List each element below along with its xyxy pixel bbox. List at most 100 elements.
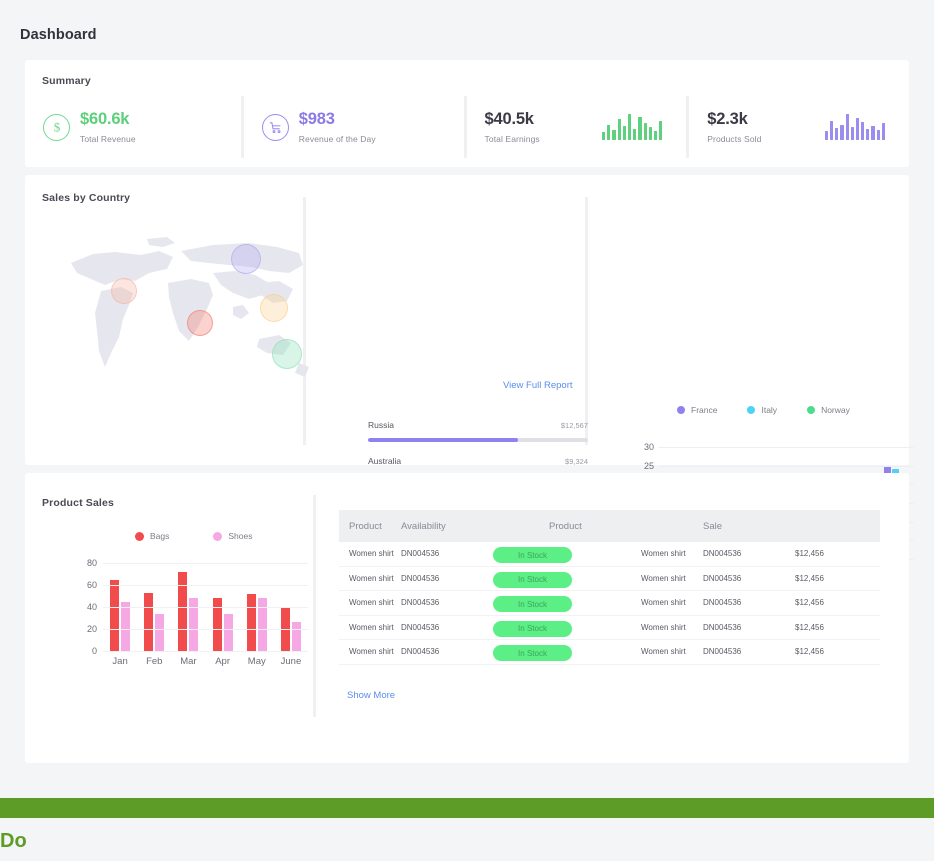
legend-label: Bags — [150, 531, 169, 541]
x-axis-tick-label: Mar — [171, 656, 205, 667]
sparkline-bar — [846, 114, 849, 140]
x-axis-tick-label: Apr — [206, 656, 240, 667]
sparkline-bar — [644, 123, 647, 140]
asia-dot[interactable] — [260, 294, 288, 322]
status-badge: In Stock — [493, 645, 572, 661]
sales-by-country-card: Sales by Country View Fu — [25, 175, 909, 465]
legend-dot — [747, 406, 755, 414]
y-axis-tick-label: 30 — [644, 442, 654, 452]
summary-item-value: $40.5k — [485, 110, 540, 130]
column-divider-3 — [313, 495, 316, 717]
summary-title: Summary — [42, 75, 91, 87]
cell-sale: $12,456 — [795, 549, 880, 558]
summary-item-label: Revenue of the Day — [299, 134, 376, 144]
bar[interactable] — [110, 580, 119, 652]
bar[interactable] — [292, 622, 301, 651]
products-table: Product Availability Product Sale Women … — [339, 510, 880, 665]
sparkline-bar — [830, 121, 833, 141]
summary-item: $983Revenue of the Day — [244, 96, 464, 158]
y-axis-tick-label: 80 — [87, 558, 97, 568]
sparkline-bar — [882, 123, 885, 140]
table-row[interactable]: Women shirtDN004536In StockWomen shirtDN… — [339, 591, 880, 616]
summary-item-value: $60.6k — [80, 110, 136, 130]
bar[interactable] — [178, 572, 187, 651]
gridline — [103, 563, 308, 564]
table-header-row: Product Availability Product Sale — [339, 510, 880, 542]
cell-product-code-2: DN004536 — [703, 598, 795, 607]
oceania-dot[interactable] — [272, 339, 302, 369]
sparkline-bar — [840, 125, 843, 140]
show-more-link[interactable]: Show More — [347, 690, 395, 701]
cell-product-code-2: DN004536 — [703, 623, 795, 632]
sparkline-bar — [825, 131, 828, 140]
russia-dot[interactable] — [231, 244, 261, 274]
cell-availability: In Stock — [493, 594, 641, 613]
north-america-dot[interactable] — [111, 278, 137, 304]
cell-product: Women shirt — [339, 623, 401, 632]
country-progress-row: Russia$12,567 — [368, 420, 588, 442]
summary-card: Summary $$60.6kTotal Revenue$983Revenue … — [25, 60, 909, 167]
legend-label: Italy — [761, 405, 777, 415]
product-sales-bar-chart: 020406080 — [103, 563, 308, 651]
view-full-report-link[interactable]: View Full Report — [503, 380, 573, 391]
sparkline-bar — [628, 114, 631, 140]
x-axis-tick-label: May — [240, 656, 274, 667]
bar[interactable] — [121, 602, 130, 652]
bar[interactable] — [144, 593, 153, 651]
table-row[interactable]: Women shirtDN004536In StockWomen shirtDN… — [339, 640, 880, 665]
sparkline-bar — [654, 131, 657, 140]
africa-dot[interactable] — [187, 310, 213, 336]
country-progress-fill — [368, 438, 518, 442]
sparkline-green — [602, 114, 662, 140]
status-badge: In Stock — [493, 547, 572, 563]
cell-product-code-2: DN004536 — [703, 549, 795, 558]
sparkline-bar — [856, 118, 859, 140]
sparkline-bar — [835, 128, 838, 140]
cell-product-code-2: DN004536 — [703, 574, 795, 583]
y-axis-tick-label: 60 — [87, 580, 97, 590]
sparkline-bar — [602, 132, 605, 140]
cell-product: Women shirt — [339, 549, 401, 558]
page-title: Dashboard — [20, 27, 97, 43]
cart-circle-icon — [262, 114, 289, 141]
gridline — [659, 466, 914, 467]
product-chart-x-axis: JanFebMarAprMayJune — [103, 656, 308, 667]
y-axis-tick-label: 0 — [92, 646, 97, 656]
table-row[interactable]: Women shirtDN004536In StockWomen shirtDN… — [339, 616, 880, 641]
cell-product-code: DN004536 — [401, 549, 493, 558]
y-axis-tick-label: 40 — [87, 602, 97, 612]
cell-product-code-2: DN004536 — [703, 647, 795, 656]
table-body: Women shirtDN004536In StockWomen shirtDN… — [339, 542, 880, 665]
cell-product-code: DN004536 — [401, 598, 493, 607]
sparkline-bar — [649, 127, 652, 140]
table-row[interactable]: Women shirtDN004536In StockWomen shirtDN… — [339, 542, 880, 567]
x-axis-tick-label: Feb — [137, 656, 171, 667]
legend-item: Bags — [135, 531, 169, 541]
table-row[interactable]: Women shirtDN004536In StockWomen shirtDN… — [339, 567, 880, 592]
bar[interactable] — [247, 594, 256, 651]
legend-dot — [807, 406, 815, 414]
sparkline-purple — [825, 114, 885, 140]
summary-item-value: $2.3k — [707, 110, 761, 130]
legend-item: Norway — [807, 405, 850, 415]
cell-sale: $12,456 — [795, 574, 880, 583]
y-axis-tick-label: 25 — [644, 461, 654, 471]
bar[interactable] — [155, 614, 164, 651]
dollar-circle-icon: $ — [43, 114, 70, 141]
country-value: $9,324 — [565, 457, 588, 466]
cell-product-code: DN004536 — [401, 574, 493, 583]
sparkline-bar — [871, 126, 874, 140]
summary-items: $$60.6kTotal Revenue$983Revenue of the D… — [25, 96, 909, 158]
cell-product-2: Women shirt — [641, 623, 703, 632]
legend-dot — [213, 532, 222, 541]
summary-item: $40.5kTotal Earnings — [467, 96, 687, 158]
footer-text: Do — [0, 830, 27, 853]
bar[interactable] — [224, 614, 233, 651]
cell-product: Women shirt — [339, 574, 401, 583]
status-badge: In Stock — [493, 596, 572, 612]
sparkline-bar — [612, 130, 615, 140]
gridline — [659, 447, 914, 448]
bar-group — [171, 572, 205, 651]
summary-item-label: Products Sold — [707, 134, 761, 144]
cell-availability: In Stock — [493, 618, 641, 637]
